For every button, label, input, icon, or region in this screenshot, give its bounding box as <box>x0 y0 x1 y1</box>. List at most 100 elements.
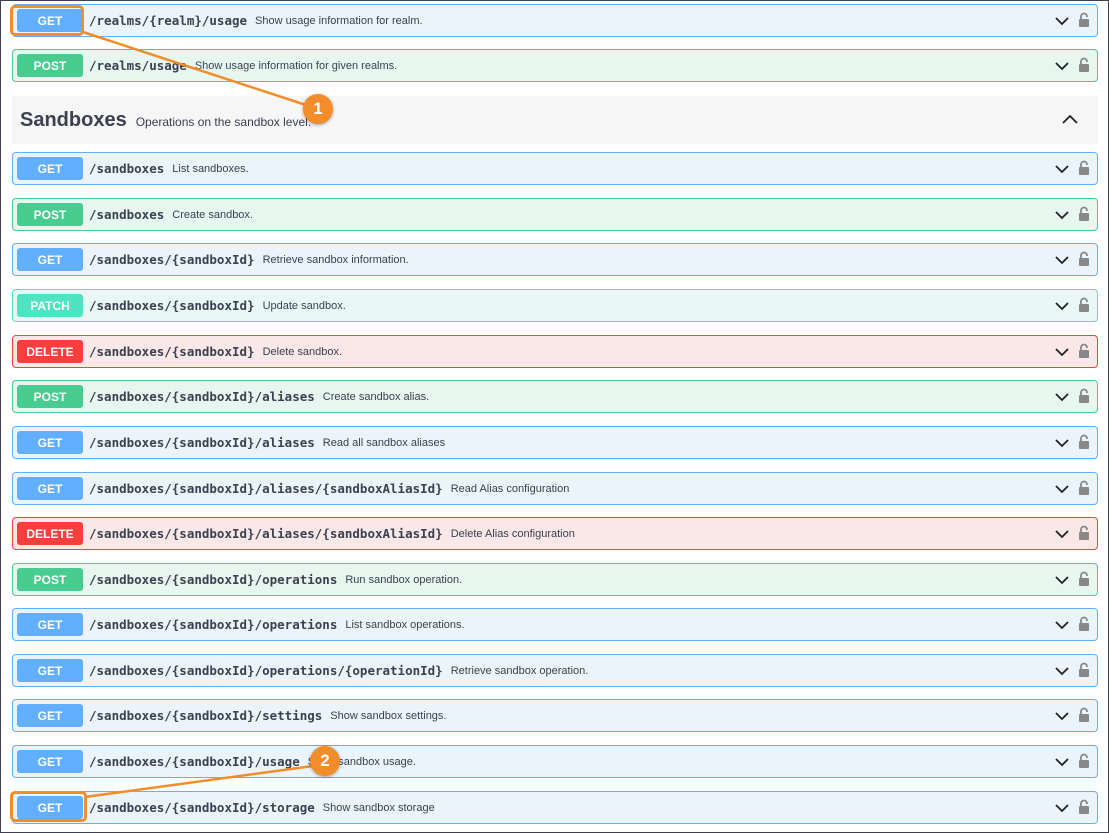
method-badge: POST <box>17 203 83 226</box>
op-description: List sandboxes. <box>172 162 249 175</box>
chevron-down-icon[interactable] <box>1055 755 1069 769</box>
lock-icon[interactable] <box>1078 388 1090 404</box>
method-badge: POST <box>17 568 83 591</box>
op-description: Retrieve sandbox operation. <box>450 664 589 677</box>
op-patch-sandbox[interactable]: PATCH /sandboxes/{sandboxId} Update sand… <box>12 289 1098 322</box>
chevron-down-icon[interactable] <box>1055 162 1069 176</box>
chevron-down-icon[interactable] <box>1055 299 1069 313</box>
chevron-up-icon[interactable] <box>1062 113 1078 127</box>
method-badge: POST <box>17 54 83 77</box>
op-path: /sandboxes/{sandboxId}/aliases/{sandboxA… <box>89 481 443 496</box>
lock-icon[interactable] <box>1078 707 1090 723</box>
lock-icon[interactable] <box>1078 525 1090 541</box>
lock-icon[interactable] <box>1078 662 1090 678</box>
lock-icon[interactable] <box>1078 343 1090 359</box>
op-path: /sandboxes/{sandboxId} <box>89 252 255 267</box>
lock-icon[interactable] <box>1078 571 1090 587</box>
chevron-down-icon[interactable] <box>1055 390 1069 404</box>
op-path: /sandboxes/{sandboxId} <box>89 344 255 359</box>
op-post-realms-usage[interactable]: POST /realms/usage Show usage informatio… <box>12 49 1098 82</box>
op-description: List sandbox operations. <box>345 618 465 631</box>
op-description: Read all sandbox aliases <box>322 436 446 449</box>
op-path: /realms/usage <box>89 58 187 73</box>
op-post-sandbox-aliases[interactable]: POST /sandboxes/{sandboxId}/aliases Crea… <box>12 380 1098 413</box>
method-badge: GET <box>17 750 83 773</box>
op-get-sandbox-alias[interactable]: GET /sandboxes/{sandboxId}/aliases/{sand… <box>12 472 1098 505</box>
lock-icon[interactable] <box>1078 12 1090 28</box>
op-description: Create sandbox. <box>172 208 253 221</box>
op-path: /sandboxes/{sandboxId}/settings <box>89 708 323 723</box>
op-get-sandbox-operation[interactable]: GET /sandboxes/{sandboxId}/operations/{o… <box>12 654 1098 687</box>
op-description: Create sandbox alias. <box>322 390 430 403</box>
section-sandboxes-header[interactable]: Sandboxes Operations on the sandbox leve… <box>12 96 1098 144</box>
op-description: Retrieve sandbox information. <box>262 253 409 266</box>
lock-icon[interactable] <box>1078 480 1090 496</box>
chevron-down-icon[interactable] <box>1055 527 1069 541</box>
op-get-sandbox-aliases[interactable]: GET /sandboxes/{sandboxId}/aliases Read … <box>12 426 1098 459</box>
chevron-down-icon[interactable] <box>1055 208 1069 222</box>
method-badge: POST <box>17 385 83 408</box>
highlight-get-realm-usage <box>10 5 84 36</box>
callout-badge-2: 2 <box>310 746 340 776</box>
op-path: /sandboxes/{sandboxId}/storage <box>89 800 315 815</box>
op-get-sandboxes[interactable]: GET /sandboxes List sandboxes. <box>12 152 1098 185</box>
op-description: Delete sandbox. <box>262 345 343 358</box>
op-get-sandbox-storage[interactable]: GET /sandboxes/{sandboxId}/storage Show … <box>12 791 1098 824</box>
lock-icon[interactable] <box>1078 616 1090 632</box>
method-badge: GET <box>17 248 83 271</box>
op-path: /realms/{realm}/usage <box>89 13 248 28</box>
op-post-sandboxes[interactable]: POST /sandboxes Create sandbox. <box>12 198 1098 231</box>
op-delete-sandbox[interactable]: DELETE /sandboxes/{sandboxId} Delete san… <box>12 335 1098 368</box>
op-path: /sandboxes/{sandboxId}/operations <box>89 572 338 587</box>
chevron-down-icon[interactable] <box>1055 664 1069 678</box>
lock-icon[interactable] <box>1078 206 1090 222</box>
op-description: Delete Alias configuration <box>450 527 575 540</box>
lock-icon[interactable] <box>1078 57 1090 73</box>
lock-icon[interactable] <box>1078 297 1090 313</box>
op-get-sandbox-settings[interactable]: GET /sandboxes/{sandboxId}/settings Show… <box>12 699 1098 732</box>
chevron-down-icon[interactable] <box>1055 253 1069 267</box>
method-badge: GET <box>17 613 83 636</box>
op-path: /sandboxes/{sandboxId}/aliases/{sandboxA… <box>89 526 443 541</box>
chevron-down-icon[interactable] <box>1055 709 1069 723</box>
op-description: Show sandbox storage <box>322 801 435 814</box>
op-get-sandbox[interactable]: GET /sandboxes/{sandboxId} Retrieve sand… <box>12 243 1098 276</box>
op-path: /sandboxes/{sandboxId}/aliases <box>89 435 315 450</box>
chevron-down-icon[interactable] <box>1055 345 1069 359</box>
chevron-down-icon[interactable] <box>1055 482 1069 496</box>
op-get-realm-usage[interactable]: GET /realms/{realm}/usage Show usage inf… <box>12 4 1098 37</box>
op-description: Read Alias configuration <box>450 482 570 495</box>
method-badge: DELETE <box>17 340 83 363</box>
chevron-down-icon[interactable] <box>1055 573 1069 587</box>
lock-icon[interactable] <box>1078 160 1090 176</box>
op-description: Show usage information for realm. <box>255 14 423 27</box>
lock-icon[interactable] <box>1078 251 1090 267</box>
swagger-panel: GET /realms/{realm}/usage Show usage inf… <box>0 0 1109 833</box>
highlight-get-sandbox-storage <box>10 791 87 822</box>
op-delete-sandbox-alias[interactable]: DELETE /sandboxes/{sandboxId}/aliases/{s… <box>12 517 1098 550</box>
lock-icon[interactable] <box>1078 434 1090 450</box>
chevron-down-icon[interactable] <box>1055 436 1069 450</box>
method-badge: PATCH <box>17 294 83 317</box>
callout-badge-1: 1 <box>303 94 333 124</box>
chevron-down-icon[interactable] <box>1055 59 1069 73</box>
method-badge: GET <box>17 704 83 727</box>
section-description: Operations on the sandbox level. <box>135 114 312 129</box>
op-path: /sandboxes/{sandboxId}/usage <box>89 754 300 769</box>
method-badge: GET <box>17 477 83 500</box>
chevron-down-icon[interactable] <box>1055 801 1069 815</box>
op-path: /sandboxes <box>89 207 165 222</box>
op-get-sandbox-operations[interactable]: GET /sandboxes/{sandboxId}/operations Li… <box>12 608 1098 641</box>
op-get-sandbox-usage[interactable]: GET /sandboxes/{sandboxId}/usage Show sa… <box>12 745 1098 778</box>
chevron-down-icon[interactable] <box>1055 618 1069 632</box>
lock-icon[interactable] <box>1078 753 1090 769</box>
op-path: /sandboxes/{sandboxId} <box>89 298 255 313</box>
op-post-sandbox-operations[interactable]: POST /sandboxes/{sandboxId}/operations R… <box>12 563 1098 596</box>
op-description: Show usage information for given realms. <box>194 59 398 72</box>
lock-icon[interactable] <box>1078 799 1090 815</box>
section-title: Sandboxes <box>20 108 127 131</box>
method-badge: GET <box>17 157 83 180</box>
method-badge: GET <box>17 431 83 454</box>
chevron-down-icon[interactable] <box>1055 14 1069 28</box>
op-path: /sandboxes/{sandboxId}/operations <box>89 617 338 632</box>
